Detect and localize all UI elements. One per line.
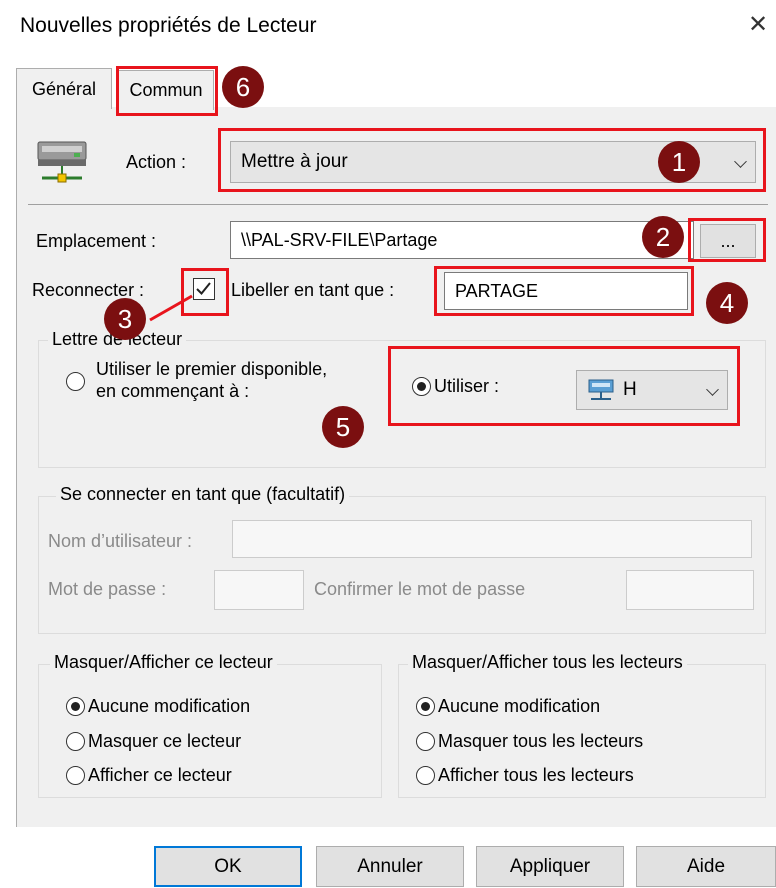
- radio-icon: [416, 732, 435, 751]
- cancel-button[interactable]: Annuler: [316, 846, 464, 887]
- hide-this-option-show[interactable]: Afficher ce lecteur: [66, 765, 232, 786]
- window-title: Nouvelles propriétés de Lecteur: [20, 14, 317, 37]
- badge-1: 1: [658, 141, 700, 183]
- badge-4: 4: [706, 282, 748, 324]
- ok-button[interactable]: OK: [154, 846, 302, 887]
- badge-2: 2: [642, 216, 684, 258]
- apply-label: Appliquer: [509, 855, 591, 877]
- hide-this-option-hide[interactable]: Masquer ce lecteur: [66, 731, 241, 752]
- radio-icon: [416, 697, 435, 716]
- radio-use[interactable]: Utiliser :: [412, 376, 499, 397]
- hide-this-legend: Masquer/Afficher ce lecteur: [50, 652, 277, 673]
- option-label: Afficher tous les lecteurs: [438, 765, 634, 785]
- user-label: Nom d’utilisateur :: [48, 531, 193, 551]
- option-label: Masquer tous les lecteurs: [438, 731, 644, 751]
- radio-icon: [66, 766, 85, 785]
- libeller-input[interactable]: PARTAGE: [444, 272, 688, 310]
- radio-icon: [66, 697, 85, 716]
- emplacement-label: Emplacement :: [36, 231, 157, 251]
- badge-5: 5: [322, 406, 364, 448]
- action-label: Action :: [126, 152, 187, 172]
- hide-all-option-none[interactable]: Aucune modification: [416, 696, 600, 717]
- option-label: Aucune modification: [438, 696, 601, 716]
- first-available-text: Utiliser le premier disponible, en comme…: [96, 358, 327, 402]
- drive-icon: [588, 379, 614, 400]
- connect-legend: Se connecter en tant que (facultatif): [56, 484, 350, 505]
- confirm-input[interactable]: [626, 570, 754, 610]
- option-label: Masquer ce lecteur: [88, 731, 242, 751]
- first-line1: Utiliser le premier disponible,: [96, 359, 328, 379]
- option-label: Afficher ce lecteur: [88, 765, 232, 785]
- radio-first-available[interactable]: [66, 370, 85, 391]
- hide-all-option-show[interactable]: Afficher tous les lecteurs: [416, 765, 634, 786]
- chevron-down-icon: [734, 155, 747, 168]
- use-label: Utiliser :: [434, 376, 500, 396]
- pointer-line: [149, 294, 193, 322]
- badge-6: 6: [222, 66, 264, 108]
- cancel-label: Annuler: [357, 855, 423, 877]
- emplacement-value: \\PAL-SRV-FILE\Partage: [241, 229, 438, 250]
- password-input[interactable]: [214, 570, 304, 610]
- libeller-value: PARTAGE: [455, 280, 539, 301]
- badge-3: 3: [104, 298, 146, 340]
- hide-this-option-none[interactable]: Aucune modification: [66, 696, 250, 717]
- action-value: Mettre à jour: [241, 151, 348, 172]
- hide-all-legend: Masquer/Afficher tous les lecteurs: [408, 652, 687, 673]
- tab-general[interactable]: Général: [16, 68, 112, 109]
- help-label: Aide: [686, 855, 726, 877]
- close-icon[interactable]: ✕: [748, 10, 768, 39]
- confirm-label: Confirmer le mot de passe: [314, 579, 526, 599]
- radio-use-icon: [412, 377, 431, 396]
- tab-general-label: Général: [31, 78, 97, 99]
- user-input[interactable]: [232, 520, 752, 558]
- radio-icon: [66, 732, 85, 751]
- help-button[interactable]: Aide: [636, 846, 776, 887]
- network-drive-icon: [34, 138, 90, 186]
- highlight-tab-commun: [116, 66, 218, 116]
- separator: [28, 204, 768, 205]
- ok-label: OK: [214, 855, 242, 877]
- option-label: Aucune modification: [88, 696, 251, 716]
- connect-group: [38, 496, 766, 634]
- radio-icon: [416, 766, 435, 785]
- browse-label: ...: [720, 230, 736, 251]
- drive-letter-value: H: [623, 379, 637, 400]
- emplacement-input[interactable]: \\PAL-SRV-FILE\Partage: [230, 221, 694, 259]
- drive-letter-select[interactable]: H: [576, 370, 728, 410]
- apply-button[interactable]: Appliquer: [476, 846, 624, 887]
- libeller-label: Libeller en tant que :: [231, 280, 395, 300]
- password-label: Mot de passe :: [48, 579, 167, 599]
- chevron-down-icon: [706, 383, 719, 396]
- radio-first-icon: [66, 371, 85, 391]
- browse-button[interactable]: ...: [700, 224, 756, 258]
- first-line2: en commençant à :: [96, 381, 250, 401]
- hide-all-option-hide[interactable]: Masquer tous les lecteurs: [416, 731, 643, 752]
